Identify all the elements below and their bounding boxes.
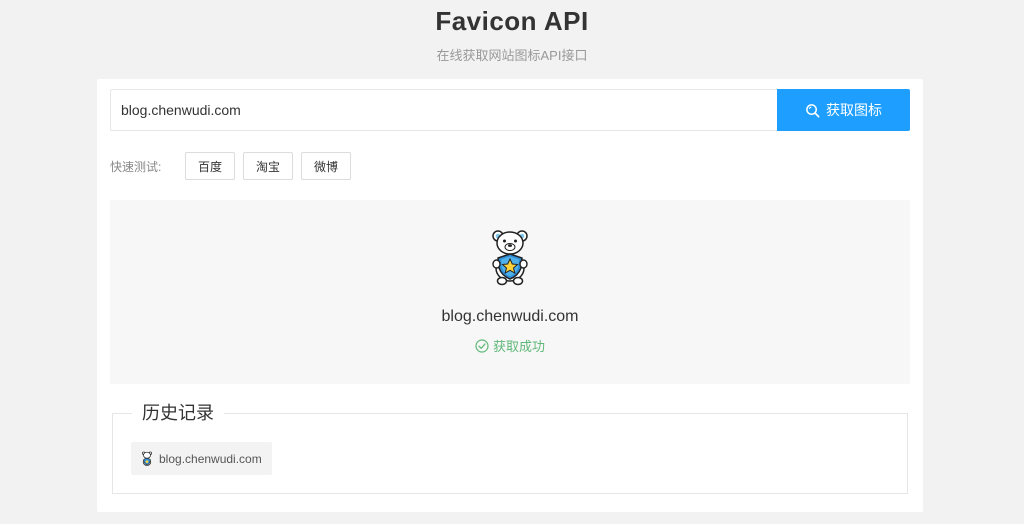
result-status-text: 获取成功 <box>492 339 545 354</box>
main-card: 获取图标 快速测试: 百度 淘宝 微博 <box>97 79 923 512</box>
polar-bear-shield-icon <box>142 451 152 466</box>
result-status: 获取成功 <box>110 336 910 355</box>
result-domain: blog.chenwudi.com <box>441 308 579 325</box>
search-row: 获取图标 <box>110 89 910 131</box>
quick-test-row: 快速测试: 百度 淘宝 微博 <box>110 152 359 180</box>
quick-test-baidu-button[interactable]: 百度 <box>185 152 236 180</box>
fetch-icon-button[interactable]: 获取图标 <box>777 89 910 131</box>
page-subtitle: 在线获取网站图标API接口 <box>436 48 588 63</box>
page-header: Favicon API 在线获取网站图标API接口 <box>0 0 1024 64</box>
history-legend: 历史记录 <box>132 402 224 424</box>
history-item-label: blog.chenwudi.com <box>159 451 262 466</box>
history-fieldset: 历史记录 blog.chenwudi.com <box>112 402 908 494</box>
page-title: Favicon API <box>435 6 589 36</box>
quick-test-taobao-button[interactable]: 淘宝 <box>243 152 294 180</box>
search-icon <box>806 103 820 117</box>
history-item[interactable]: blog.chenwudi.com <box>131 442 272 475</box>
quick-test-weibo-button[interactable]: 微博 <box>301 152 352 180</box>
result-panel: blog.chenwudi.com 获取成功 <box>110 200 910 384</box>
fetch-icon-button-label: 获取图标 <box>826 102 882 118</box>
quick-test-label: 快速测试: <box>110 159 162 174</box>
search-input[interactable] <box>110 89 777 131</box>
check-circle-icon <box>475 338 489 353</box>
polar-bear-shield-icon <box>492 230 528 286</box>
